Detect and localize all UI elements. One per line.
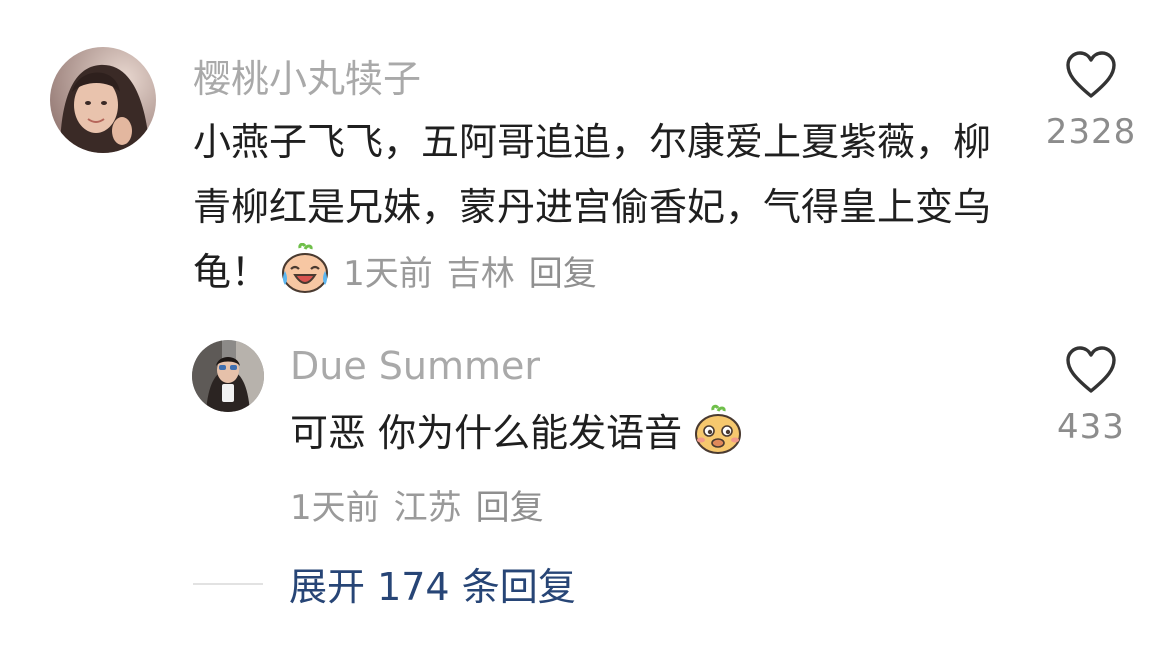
comment-avatar[interactable] bbox=[50, 47, 156, 153]
comment-time: 1天前 bbox=[343, 254, 433, 294]
comment-body: 小燕子飞飞，五阿哥追追，尔康爱上夏紫薇，柳青柳红是兄妹，蒙丹进宫偷香妃，气得皇上… bbox=[193, 110, 1023, 307]
expand-replies-button[interactable]: 展开 174 条回复 bbox=[289, 556, 576, 611]
smirking-emoji-icon bbox=[692, 404, 744, 456]
comment-reply-button[interactable]: 回复 bbox=[529, 254, 597, 294]
reply-like-count: 433 bbox=[1057, 407, 1125, 447]
crying-laughing-emoji-icon bbox=[279, 243, 331, 295]
comment-like-button[interactable]: 2328 bbox=[1031, 50, 1151, 152]
comment-like-count: 2328 bbox=[1045, 112, 1137, 152]
reply-username[interactable]: Due Summer bbox=[290, 344, 540, 388]
reply-meta: 1天前 江苏 回复 bbox=[290, 480, 558, 529]
heart-icon[interactable] bbox=[1064, 50, 1118, 100]
comment-username[interactable]: 樱桃小丸犊子 bbox=[193, 48, 421, 103]
heart-icon[interactable] bbox=[1064, 345, 1118, 395]
comment-meta: 1天前 吉林 回复 bbox=[343, 254, 611, 294]
reply-location: 江苏 bbox=[393, 488, 462, 528]
reply-reply-button[interactable]: 回复 bbox=[476, 488, 544, 528]
reply-body: 可恶 你为什么能发语音 bbox=[290, 403, 744, 463]
comment-location: 吉林 bbox=[446, 254, 515, 294]
reply-avatar[interactable] bbox=[192, 340, 264, 412]
reply-text: 可恶 你为什么能发语音 bbox=[290, 411, 683, 455]
reply-like-button[interactable]: 433 bbox=[1031, 345, 1151, 447]
reply-time: 1天前 bbox=[290, 488, 380, 528]
expand-divider bbox=[193, 583, 263, 585]
